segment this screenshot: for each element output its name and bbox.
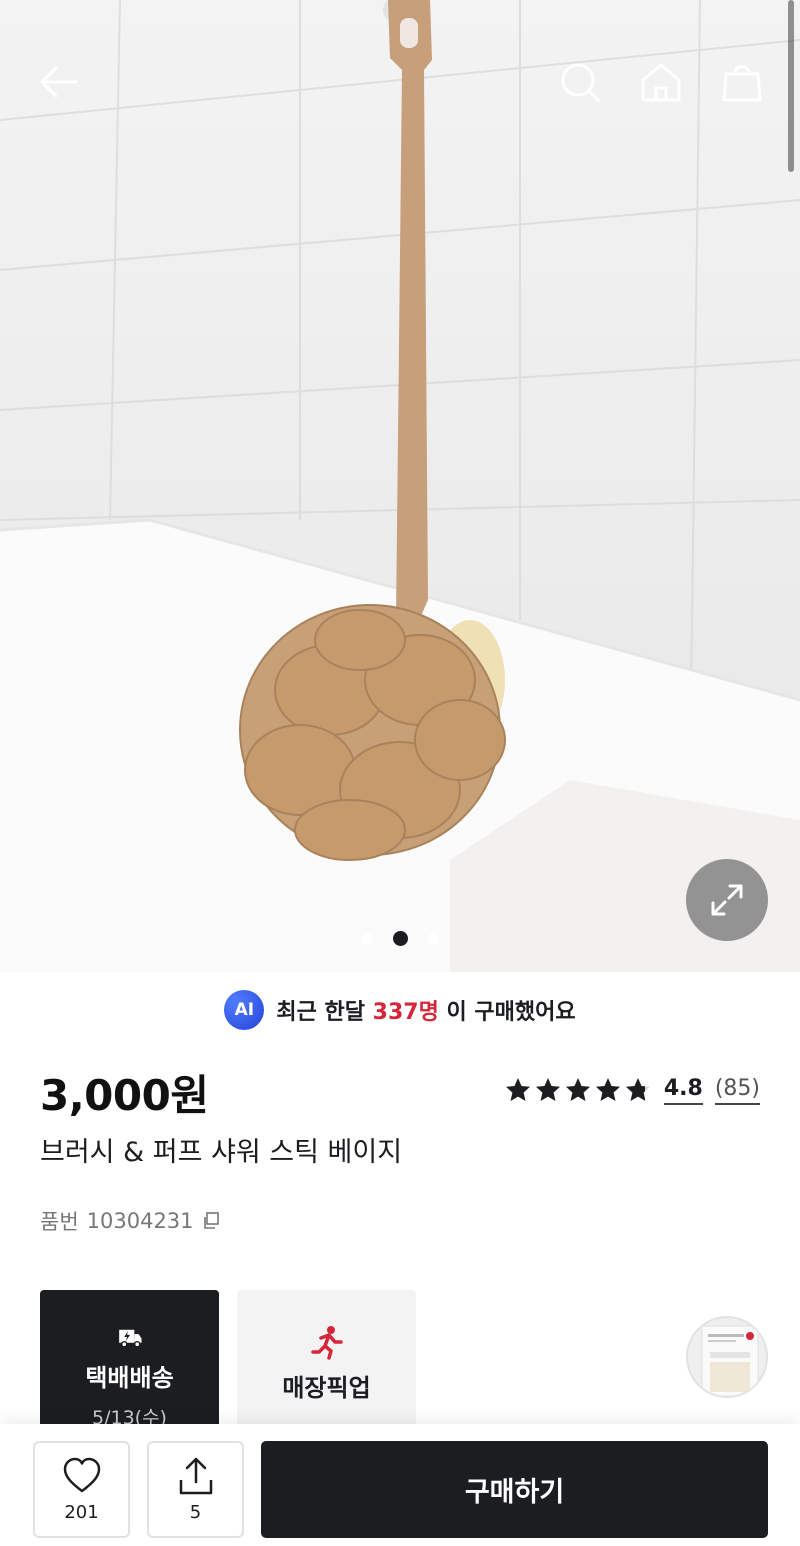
ai-purchase-banner: AI 최근 한달 337명 이 구매했어요 [0, 988, 800, 1032]
bottom-action-bar: 201 5 구매하기 [0, 1424, 800, 1546]
star-icon [595, 1078, 620, 1101]
related-product-image [701, 1325, 759, 1396]
like-count: 201 [64, 1502, 99, 1523]
ai-banner-count: 337명 [372, 1000, 439, 1025]
related-product-thumbnail[interactable] [686, 1316, 768, 1398]
like-button[interactable]: 201 [33, 1441, 130, 1538]
ai-banner-suffix: 이 구매했어요 [438, 1000, 576, 1025]
rating-stars [504, 1076, 652, 1104]
back-arrow-icon [40, 66, 78, 98]
rating-value: 4.8 [663, 1076, 703, 1105]
product-image-gallery[interactable] [0, 0, 800, 972]
home-button[interactable] [635, 56, 687, 108]
running-person-icon [310, 1326, 343, 1360]
delivery-truck-icon [118, 1329, 142, 1348]
ai-banner-text: 최근 한달 337명 이 구매했어요 [276, 994, 575, 1026]
product-price: 3,000원 [40, 1071, 209, 1120]
review-count[interactable]: (85) [714, 1076, 760, 1105]
cart-button[interactable] [716, 56, 768, 108]
star-icon [625, 1078, 650, 1101]
ai-banner-prefix: 최근 한달 [276, 1000, 373, 1025]
gallery-dot[interactable] [427, 932, 439, 944]
product-rating[interactable]: 4.8 (85) [504, 1070, 760, 1110]
share-button[interactable]: 5 [147, 1441, 244, 1538]
back-button[interactable] [32, 56, 84, 108]
heart-icon [63, 1457, 100, 1493]
product-sku: 품번 10304231 [40, 1206, 220, 1236]
shopping-bag-icon [722, 65, 762, 102]
expand-icon [711, 884, 743, 916]
search-icon [561, 63, 600, 102]
gallery-dot-active[interactable] [392, 930, 408, 946]
share-count: 5 [189, 1502, 202, 1523]
gallery-dot[interactable] [361, 932, 373, 944]
ai-badge-icon: AI [224, 990, 265, 1030]
search-button[interactable] [554, 56, 606, 108]
buy-button[interactable]: 구매하기 [261, 1441, 768, 1538]
share-icon [179, 1457, 212, 1495]
top-navigation [0, 0, 800, 170]
gallery-pagination [0, 929, 800, 947]
pickup-label: 매장픽업 [282, 1374, 371, 1402]
sku-label: 품번 [40, 1210, 79, 1234]
star-icon [535, 1078, 560, 1101]
delivery-label: 택배배송 [85, 1364, 174, 1392]
sku-value: 10304231 [86, 1209, 194, 1233]
star-icon [505, 1078, 530, 1101]
star-icon [565, 1078, 590, 1101]
home-icon [641, 63, 681, 102]
product-name: 브러시 & 퍼프 샤워 스틱 베이지 [40, 1137, 403, 1168]
delivery-option-card[interactable]: 택배배송 5/13(수) [40, 1290, 219, 1430]
scroll-indicator[interactable] [788, 0, 794, 172]
pickup-option-card[interactable]: 매장픽업 [237, 1290, 416, 1430]
copy-icon[interactable] [202, 1212, 220, 1230]
